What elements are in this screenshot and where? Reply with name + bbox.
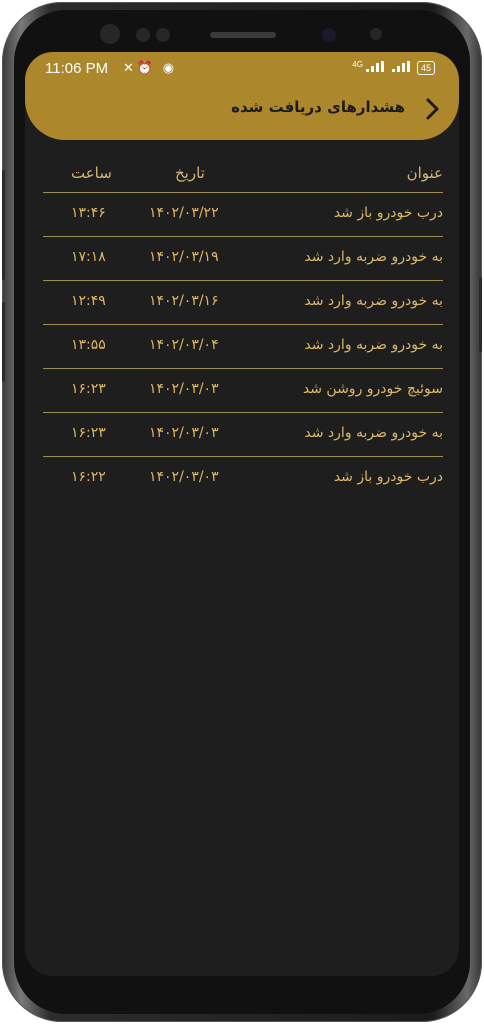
- alert-date: ۱۴۰۲/۰۳/۰۴: [149, 337, 219, 353]
- bixby-button: [2, 302, 5, 382]
- chevron-right-icon: [426, 98, 439, 120]
- power-button: [479, 277, 482, 352]
- alert-date: ۱۴۰۲/۰۳/۲۲: [149, 205, 219, 221]
- volume-button: [2, 170, 5, 280]
- network-type-label: 4G: [352, 60, 363, 69]
- table-header: عنوان تاریخ ساعت: [43, 156, 443, 193]
- app-screen: 11:06 PM ✕⏰ ◉ 4G 45 هشدارهای دریافت شده: [25, 52, 459, 976]
- alert-time: ۱۳:۵۵: [71, 337, 106, 353]
- alert-title: درب خودرو باز شد: [333, 205, 443, 221]
- alert-time: ۱۳:۴۶: [71, 205, 106, 221]
- title-bar: هشدارهای دریافت شده: [25, 90, 459, 130]
- battery-icon: 45: [416, 61, 435, 75]
- signal-icon: [366, 61, 385, 72]
- alert-date: ۱۴۰۲/۰۳/۰۳: [149, 381, 219, 397]
- alert-date: ۱۴۰۲/۰۳/۱۶: [149, 293, 219, 309]
- sensor-icon: [136, 28, 150, 42]
- sensor-icon: [370, 28, 382, 40]
- table-row[interactable]: سوئیچ خودرو روشن شد ۱۴۰۲/۰۳/۰۳ ۱۶:۲۳: [43, 369, 443, 413]
- alert-time: ۱۶:۲۳: [71, 381, 106, 397]
- alert-date: ۱۴۰۲/۰۳/۰۳: [149, 469, 219, 485]
- table-row[interactable]: به خودرو ضربه وارد شد ۱۴۰۲/۰۳/۰۴ ۱۳:۵۵: [43, 325, 443, 369]
- column-header-time: ساعت: [71, 164, 112, 182]
- table-row[interactable]: به خودرو ضربه وارد شد ۱۴۰۲/۰۳/۰۳ ۱۶:۲۳: [43, 413, 443, 457]
- column-header-date: تاریخ: [175, 164, 205, 182]
- table-row[interactable]: درب خودرو باز شد ۱۴۰۲/۰۳/۲۲ ۱۳:۴۶: [43, 193, 443, 237]
- alert-title: درب خودرو باز شد: [333, 469, 443, 485]
- table-row[interactable]: درب خودرو باز شد ۱۴۰۲/۰۳/۰۳ ۱۶:۲۲: [43, 457, 443, 500]
- page-title: هشدارهای دریافت شده: [231, 98, 405, 116]
- sensor-icon: [156, 28, 170, 42]
- sensor-icon: [100, 24, 120, 44]
- alert-time: ۱۷:۱۸: [71, 249, 106, 265]
- alerts-table: عنوان تاریخ ساعت درب خودرو باز شد ۱۴۰۲/۰…: [43, 156, 443, 500]
- status-bar: 11:06 PM ✕⏰ ◉ 4G 45: [25, 58, 459, 82]
- alert-time: ۱۶:۲۳: [71, 425, 106, 441]
- front-camera-icon: [322, 28, 336, 42]
- alert-title: سوئیچ خودرو روشن شد: [302, 381, 443, 397]
- app-header: 11:06 PM ✕⏰ ◉ 4G 45 هشدارهای دریافت شده: [25, 52, 459, 140]
- alert-title: به خودرو ضربه وارد شد: [304, 425, 443, 441]
- table-row[interactable]: به خودرو ضربه وارد شد ۱۴۰۲/۰۳/۱۶ ۱۲:۴۹: [43, 281, 443, 325]
- alert-title: به خودرو ضربه وارد شد: [304, 293, 443, 309]
- alert-time: ۱۶:۲۲: [71, 469, 106, 485]
- alert-date: ۱۴۰۲/۰۳/۱۹: [149, 249, 219, 265]
- status-time: 11:06 PM: [45, 60, 109, 77]
- alert-title: به خودرو ضربه وارد شد: [304, 337, 443, 353]
- alert-time: ۱۲:۴۹: [71, 293, 106, 309]
- column-header-title: عنوان: [406, 164, 443, 182]
- alert-title: به خودرو ضربه وارد شد: [304, 249, 443, 265]
- table-row[interactable]: به خودرو ضربه وارد شد ۱۴۰۲/۰۳/۱۹ ۱۷:۱۸: [43, 237, 443, 281]
- status-indicators: 4G 45: [352, 60, 435, 75]
- back-button[interactable]: [419, 94, 445, 124]
- signal-icon: [391, 61, 410, 72]
- earpiece-speaker: [210, 32, 276, 38]
- alert-date: ۱۴۰۲/۰۳/۰۳: [149, 425, 219, 441]
- notification-icons: ✕⏰ ◉: [123, 60, 178, 75]
